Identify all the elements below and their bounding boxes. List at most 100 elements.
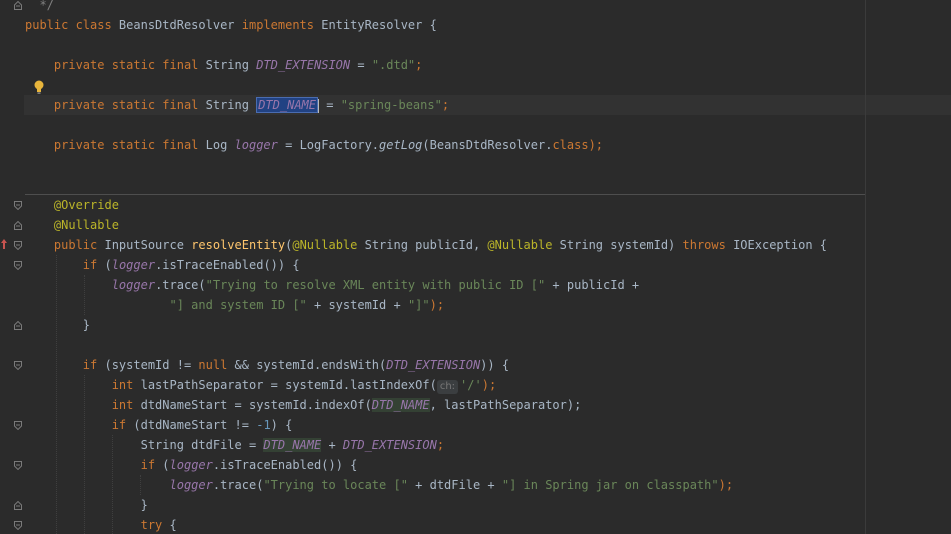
- code-token: if: [111, 418, 134, 432]
- code-line-if-dtd-name-start[interactable]: if (dtdNameStart != -1) {: [25, 415, 293, 435]
- fold-start-icon[interactable]: [14, 461, 22, 470]
- code-token: "] and system ID [": [169, 298, 307, 312]
- code-token: logger: [169, 478, 213, 492]
- code-token: DTD_NAME: [263, 438, 322, 452]
- fold-start-icon[interactable]: [14, 521, 22, 530]
- fold-end-icon[interactable]: [14, 321, 22, 330]
- code-token: String systemId): [559, 238, 683, 252]
- code-token: logger: [111, 258, 156, 272]
- fold-start-icon[interactable]: [14, 201, 22, 210]
- code-line-nullable-annotation[interactable]: @Nullable: [25, 215, 119, 235]
- code-token: );: [718, 478, 734, 492]
- code-token: ;: [441, 98, 450, 112]
- code-token: }: [25, 498, 148, 512]
- lightbulb-icon[interactable]: [33, 79, 45, 95]
- code-token: resolveEntity: [191, 238, 286, 252]
- code-token: null: [198, 358, 235, 372]
- code-token: public: [25, 238, 105, 252]
- code-token: = LogFactory.: [277, 138, 380, 152]
- code-token: @Nullable: [487, 238, 560, 252]
- code-token: String dtdFile =: [25, 438, 264, 452]
- code-token: public class: [25, 18, 119, 32]
- code-token: , lastPathSeparator);: [429, 398, 582, 412]
- code-line-dtd-extension-field[interactable]: private static final String DTD_EXTENSIO…: [25, 55, 423, 75]
- fold-start-icon[interactable]: [14, 261, 22, 270]
- code-token: + systemId +: [306, 298, 408, 312]
- code-token: BeansDtdResolver: [118, 18, 242, 32]
- code-token: && systemId.endsWith(: [234, 358, 387, 372]
- code-token: "Trying to locate [": [263, 478, 408, 492]
- code-line-class-declaration[interactable]: public class BeansDtdResolver implements…: [25, 15, 437, 35]
- code-token: }: [25, 318, 91, 332]
- code-token: try: [140, 518, 170, 532]
- code-line-try-block[interactable]: try {: [25, 515, 177, 534]
- fold-start-icon[interactable]: [14, 241, 22, 250]
- code-token: Log: [205, 138, 235, 152]
- code-line-dtd-file[interactable]: String dtdFile = DTD_NAME + DTD_EXTENSIO…: [25, 435, 444, 455]
- code-line-if-trace-enabled[interactable]: if (logger.isTraceEnabled()) {: [25, 255, 300, 275]
- code-line-close-brace[interactable]: }: [25, 315, 90, 335]
- code-token: EntityResolver {: [321, 18, 437, 32]
- code-token: if: [140, 458, 163, 472]
- code-line-logger-trace-2[interactable]: logger.trace("Trying to locate [" + dtdF…: [25, 475, 734, 495]
- code-token: if: [25, 358, 105, 372]
- code-token: .trace(: [155, 278, 206, 292]
- right-margin-guide: [865, 0, 866, 534]
- code-token: class: [552, 138, 589, 152]
- code-token: String: [205, 98, 257, 112]
- code-token: throws: [682, 238, 734, 252]
- code-line-if-system-id[interactable]: if (systemId != null && systemId.endsWit…: [25, 355, 509, 375]
- code-token: ;: [415, 58, 423, 72]
- code-token: private static final: [25, 98, 206, 112]
- code-token: implements: [241, 18, 322, 32]
- code-line-close-brace[interactable]: }: [25, 495, 148, 515]
- code-token: + publicId +: [545, 278, 640, 292]
- code-line-if-trace-enabled-2[interactable]: if (logger.isTraceEnabled()) {: [25, 455, 358, 475]
- code-token: logger: [234, 138, 278, 152]
- fold-end-icon[interactable]: [14, 1, 22, 10]
- code-token: (BeansDtdResolver.: [422, 138, 553, 152]
- code-token: (: [162, 458, 170, 472]
- fold-start-icon[interactable]: [14, 421, 22, 430]
- code-token: IOException {: [733, 238, 827, 252]
- code-token: String: [205, 58, 257, 72]
- code-line-logger-trace-1[interactable]: logger.trace("Trying to resolve XML enti…: [25, 275, 639, 295]
- code-line-resolve-entity-signature[interactable]: public InputSource resolveEntity(@Nullab…: [25, 235, 827, 255]
- code-token: (dtdNameStart !=: [133, 418, 257, 432]
- code-token: private static final: [25, 138, 206, 152]
- code-line-comment-end[interactable]: */: [25, 0, 54, 15]
- code-editor[interactable]: */ public class BeansDtdResolver implemen…: [0, 0, 951, 534]
- fold-end-icon[interactable]: [14, 221, 22, 230]
- code-token: getLog: [379, 138, 423, 152]
- code-token: .isTraceEnabled()) {: [212, 458, 358, 472]
- code-token: @Override: [25, 198, 119, 212]
- code-line-logger-trace-1-cont[interactable]: "] and system ID [" + systemId + "]");: [25, 295, 445, 315]
- code-token: ;: [436, 438, 445, 452]
- code-token: lastPathSeparator = systemId.lastIndexOf…: [140, 378, 437, 392]
- code-token: DTD_NAME: [256, 97, 318, 113]
- code-token: ) {: [270, 418, 293, 432]
- code-token: dtdNameStart = systemId.indexOf(: [140, 398, 372, 412]
- code-line-last-path-separator[interactable]: int lastPathSeparator = systemId.lastInd…: [25, 375, 496, 395]
- code-token: DTD_EXTENSION: [386, 358, 481, 372]
- code-token: "spring-beans": [340, 98, 442, 112]
- code-line-dtd-name-start[interactable]: int dtdNameStart = systemId.indexOf(DTD_…: [25, 395, 581, 415]
- override-gutter-icon[interactable]: [0, 238, 8, 250]
- code-token: =: [319, 98, 341, 112]
- code-token: -1: [256, 418, 271, 432]
- fold-start-icon[interactable]: [14, 361, 22, 370]
- code-token: =: [350, 58, 372, 72]
- code-token: */: [25, 0, 54, 12]
- code-token: {: [169, 518, 177, 532]
- code-token: );: [481, 378, 497, 392]
- code-line-logger-field[interactable]: private static final Log logger = LogFac…: [25, 135, 603, 155]
- code-line-override-annotation[interactable]: @Override: [25, 195, 119, 215]
- code-line-dtd-name-field[interactable]: private static final String DTD_NAME = "…: [25, 95, 449, 115]
- fold-end-icon[interactable]: [14, 501, 22, 510]
- code-token: DTD_EXTENSION: [256, 58, 351, 72]
